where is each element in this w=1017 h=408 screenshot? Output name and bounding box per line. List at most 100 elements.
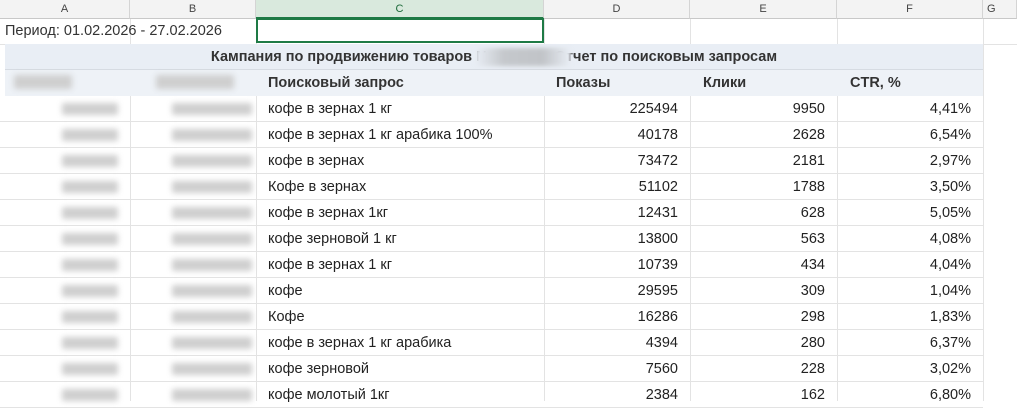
cell-query[interactable]: кофе молотый 1кг bbox=[256, 382, 544, 408]
redacted-header-b bbox=[156, 75, 234, 89]
cell-impressions[interactable]: 29595 bbox=[544, 278, 690, 304]
cell-ctr[interactable]: 6,54% bbox=[837, 122, 983, 148]
table-row: кофе в зернах 1 кг 225494 9950 4,41% bbox=[0, 96, 1017, 122]
table-row: кофе зерновой 1 кг 13800 563 4,08% bbox=[0, 226, 1017, 252]
cell-query[interactable]: кофе в зернах 1 кг bbox=[256, 252, 544, 278]
cell-impressions[interactable]: 73472 bbox=[544, 148, 690, 174]
cell-query[interactable]: кофе в зернах 1кг bbox=[256, 200, 544, 226]
cell-ctr[interactable]: 6,37% bbox=[837, 330, 983, 356]
cell-query[interactable]: кофе в зернах 1 кг арабика 100% bbox=[256, 122, 544, 148]
redacted-cell-b bbox=[172, 285, 252, 297]
cell-clicks[interactable]: 280 bbox=[690, 330, 837, 356]
column-header-c[interactable]: C bbox=[256, 0, 544, 19]
cell-clicks[interactable]: 563 bbox=[690, 226, 837, 252]
cell-ctr[interactable]: 1,04% bbox=[837, 278, 983, 304]
column-header-e[interactable]: E bbox=[690, 0, 837, 19]
redacted-cell-a bbox=[62, 363, 118, 375]
table-row: Кофе 16286 298 1,83% bbox=[0, 304, 1017, 330]
cell-impressions[interactable]: 51102 bbox=[544, 174, 690, 200]
cell-impressions[interactable]: 40178 bbox=[544, 122, 690, 148]
period-cell[interactable]: Период: 01.02.2026 - 27.02.2026 bbox=[5, 19, 222, 44]
cell-query[interactable]: кофе bbox=[256, 278, 544, 304]
redacted-cell-b bbox=[172, 337, 252, 349]
redacted-cell-a bbox=[62, 259, 118, 271]
cell-query[interactable]: Кофе bbox=[256, 304, 544, 330]
column-header-g[interactable]: G bbox=[983, 0, 1017, 19]
table-row: кофе зерновой 7560 228 3,02% bbox=[0, 356, 1017, 382]
redacted-cell-a bbox=[62, 207, 118, 219]
redacted-cell-a bbox=[62, 103, 118, 115]
selected-cell-c2[interactable] bbox=[256, 18, 544, 43]
redacted-cell-b bbox=[172, 129, 252, 141]
table-row: кофе в зернах 1кг 12431 628 5,05% bbox=[0, 200, 1017, 226]
redacted-cell-b bbox=[172, 155, 252, 167]
header-ctr[interactable]: CTR, % bbox=[850, 70, 901, 96]
redacted-cell-a bbox=[62, 129, 118, 141]
cell-clicks[interactable]: 434 bbox=[690, 252, 837, 278]
cell-query[interactable]: кофе в зернах 1 кг арабика bbox=[256, 330, 544, 356]
cell-clicks[interactable]: 2181 bbox=[690, 148, 837, 174]
redacted-cell-a bbox=[62, 285, 118, 297]
cell-clicks[interactable]: 162 bbox=[690, 382, 837, 408]
cell-ctr[interactable]: 4,41% bbox=[837, 96, 983, 122]
header-clicks[interactable]: Клики bbox=[703, 70, 746, 96]
table-header-row bbox=[5, 70, 983, 96]
cell-query[interactable]: кофе зерновой 1 кг bbox=[256, 226, 544, 252]
cell-ctr[interactable]: 3,02% bbox=[837, 356, 983, 382]
column-header-f[interactable]: F bbox=[837, 0, 983, 19]
cell-clicks[interactable]: 9950 bbox=[690, 96, 837, 122]
redacted-cell-b bbox=[172, 363, 252, 375]
cell-ctr[interactable]: 1,83% bbox=[837, 304, 983, 330]
report-title-row: Кампания по продвижению товаров N . Отчет… bbox=[5, 44, 983, 70]
redacted-cell-b bbox=[172, 181, 252, 193]
table-row: кофе в зернах 1 кг арабика 100% 40178 2628… bbox=[0, 122, 1017, 148]
redacted-header-a bbox=[14, 75, 72, 89]
cell-impressions[interactable]: 4394 bbox=[544, 330, 690, 356]
cell-impressions[interactable]: 10739 bbox=[544, 252, 690, 278]
report-title-part2: . Отчет по поисковым запросам bbox=[546, 49, 778, 65]
cell-ctr[interactable]: 5,05% bbox=[837, 200, 983, 226]
redacted-cell-b bbox=[172, 207, 252, 219]
cell-clicks[interactable]: 309 bbox=[690, 278, 837, 304]
cell-impressions[interactable]: 16286 bbox=[544, 304, 690, 330]
header-query[interactable]: Поисковый запрос bbox=[268, 70, 404, 96]
header-impressions[interactable]: Показы bbox=[556, 70, 610, 96]
cell-impressions[interactable]: 13800 bbox=[544, 226, 690, 252]
redacted-cell-a bbox=[62, 311, 118, 323]
cell-impressions[interactable]: 225494 bbox=[544, 96, 690, 122]
cell-query[interactable]: кофе зерновой bbox=[256, 356, 544, 382]
cell-impressions[interactable]: 7560 bbox=[544, 356, 690, 382]
redacted-cell-a bbox=[62, 233, 118, 245]
redacted-cell-b bbox=[172, 259, 252, 271]
redacted-campaign-id bbox=[475, 48, 571, 66]
redacted-cell-a bbox=[62, 181, 118, 193]
cell-clicks[interactable]: 228 bbox=[690, 356, 837, 382]
cell-clicks[interactable]: 298 bbox=[690, 304, 837, 330]
cell-ctr[interactable]: 3,50% bbox=[837, 174, 983, 200]
cell-ctr[interactable]: 4,04% bbox=[837, 252, 983, 278]
report-title-part1: Кампания по продвижению товаров N bbox=[210, 49, 487, 65]
cell-clicks[interactable]: 1788 bbox=[690, 174, 837, 200]
redacted-cell-b bbox=[172, 103, 252, 115]
cell-query[interactable]: кофе в зернах 1 кг bbox=[256, 96, 544, 122]
cell-ctr[interactable]: 4,08% bbox=[837, 226, 983, 252]
cell-impressions[interactable]: 12431 bbox=[544, 200, 690, 226]
column-header-b[interactable]: B bbox=[130, 0, 256, 19]
column-header-d[interactable]: D bbox=[544, 0, 690, 19]
table-row: кофе в зернах 1 кг 10739 434 4,04% bbox=[0, 252, 1017, 278]
cell-clicks[interactable]: 2628 bbox=[690, 122, 837, 148]
cell-ctr[interactable]: 6,80% bbox=[837, 382, 983, 408]
cell-ctr[interactable]: 2,97% bbox=[837, 148, 983, 174]
redacted-cell-b bbox=[172, 233, 252, 245]
redacted-cell-b bbox=[172, 311, 252, 323]
cell-impressions[interactable]: 2384 bbox=[544, 382, 690, 408]
cell-query[interactable]: Кофе в зернах bbox=[256, 174, 544, 200]
table-row: Кофе в зернах 51102 1788 3,50% bbox=[0, 174, 1017, 200]
column-header-a[interactable]: A bbox=[0, 0, 130, 19]
table-row: кофе 29595 309 1,04% bbox=[0, 278, 1017, 304]
cell-clicks[interactable]: 628 bbox=[690, 200, 837, 226]
table-row: кофе в зернах 73472 2181 2,97% bbox=[0, 148, 1017, 174]
spreadsheet: A B C D E F G Период: 01.02.2026 - 27.02… bbox=[0, 0, 1017, 408]
cell-query[interactable]: кофе в зернах bbox=[256, 148, 544, 174]
table-row: кофе в зернах 1 кг арабика 4394 280 6,37% bbox=[0, 330, 1017, 356]
